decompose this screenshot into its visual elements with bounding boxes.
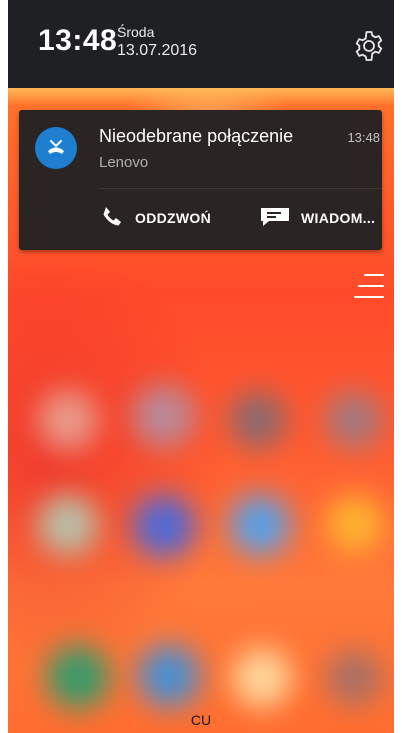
blurred-app-icon bbox=[46, 645, 110, 709]
message-icon bbox=[259, 206, 301, 231]
notification-caller: Lenovo bbox=[99, 154, 149, 171]
missed-call-notification[interactable]: Nieodebrane połączenie 13:48 Lenovo ODDZ… bbox=[19, 110, 382, 250]
blurred-app-icon bbox=[230, 495, 290, 555]
blurred-app-icon bbox=[230, 392, 286, 448]
phone-icon bbox=[99, 204, 135, 233]
clock-time: 13:48 bbox=[38, 24, 118, 57]
call-back-button[interactable]: ODDZWOŃ bbox=[99, 200, 211, 236]
blurred-app-icon bbox=[326, 392, 382, 448]
gear-icon[interactable] bbox=[351, 28, 387, 64]
status-header: 13:48 Środa 13.07.2016 bbox=[8, 0, 394, 88]
blurred-app-icon bbox=[232, 648, 292, 708]
notification-time: 13:48 bbox=[347, 130, 380, 145]
blurred-app-icon bbox=[133, 385, 195, 447]
lock-screen: 13:48 Środa 13.07.2016 Nieodebrane połąc… bbox=[8, 0, 394, 733]
header-glow bbox=[8, 88, 394, 106]
blurred-app-icon bbox=[326, 495, 384, 553]
message-label: WIADOM... bbox=[301, 210, 376, 226]
missed-call-icon bbox=[35, 127, 77, 169]
weekday-label: Środa bbox=[117, 24, 155, 40]
footer-label: CU bbox=[190, 712, 212, 728]
blurred-app-icon bbox=[38, 495, 98, 555]
blurred-app-icon bbox=[326, 650, 382, 706]
notification-title: Nieodebrane połączenie bbox=[99, 126, 294, 146]
blurred-app-icon bbox=[138, 645, 200, 707]
notification-divider bbox=[99, 188, 382, 189]
date-label: 13.07.2016 bbox=[117, 42, 198, 59]
menu-icon[interactable] bbox=[353, 272, 385, 300]
call-back-label: ODDZWOŃ bbox=[135, 210, 211, 226]
blurred-app-icon bbox=[38, 390, 98, 450]
blurred-app-icon bbox=[133, 495, 195, 557]
message-button[interactable]: WIADOM... bbox=[259, 200, 375, 236]
